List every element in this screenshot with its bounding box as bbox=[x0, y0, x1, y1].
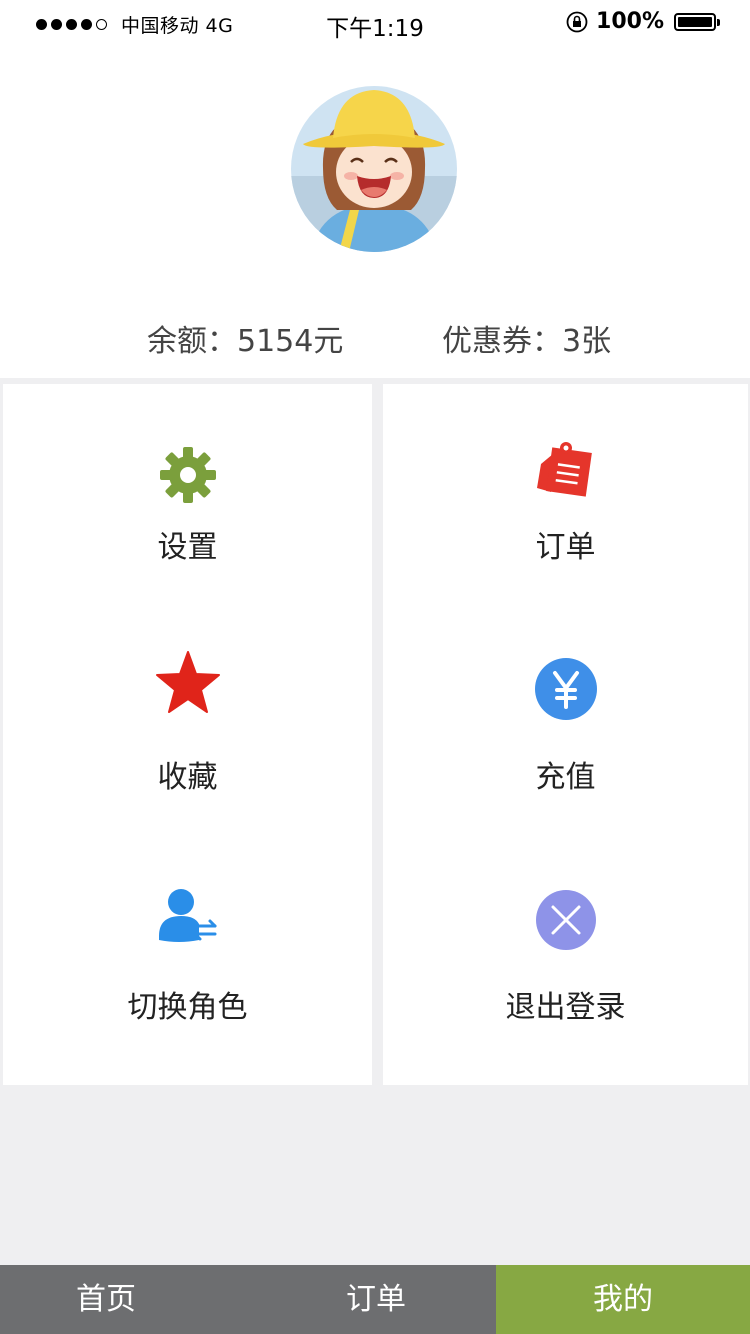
coupon-text[interactable]: 优惠券：3张 bbox=[442, 316, 611, 360]
menu-label-switch-role: 切换角色 bbox=[127, 990, 248, 1025]
menu-item-favorites[interactable]: 收藏 bbox=[3, 644, 372, 864]
avatar[interactable] bbox=[291, 86, 457, 252]
profile-header: 余额：5154元 优惠券：3张 bbox=[0, 46, 750, 378]
battery-percent: 100% bbox=[596, 9, 664, 34]
bottom-tab-bar: 首页 订单 我的 bbox=[0, 1265, 750, 1334]
menu-column-right: 订单 充值 退出登录 bbox=[383, 384, 748, 1085]
star-icon bbox=[155, 651, 220, 713]
status-bar: 中国移动 4G 下午1:19 100% bbox=[0, 0, 750, 46]
yen-icon bbox=[534, 658, 597, 720]
menu-label-recharge: 充值 bbox=[535, 760, 596, 795]
balance-text[interactable]: 余额：5154元 bbox=[147, 316, 343, 360]
battery-icon bbox=[674, 12, 720, 31]
battery-info: 100% bbox=[566, 9, 720, 34]
user-switch-icon bbox=[158, 889, 216, 942]
menu-item-logout[interactable]: 退出登录 bbox=[383, 874, 748, 1094]
close-circle-icon bbox=[535, 890, 596, 950]
menu-item-recharge[interactable]: 充值 bbox=[383, 644, 748, 864]
gear-icon bbox=[159, 447, 216, 503]
menu-item-switch-role[interactable]: 切换角色 bbox=[3, 874, 372, 1094]
menu-label-settings: 设置 bbox=[157, 530, 218, 565]
tab-home[interactable]: 首页 bbox=[0, 1265, 212, 1334]
rotation-lock-icon bbox=[566, 11, 588, 32]
avatar-image bbox=[291, 86, 457, 252]
menu-label-logout: 退出登录 bbox=[505, 990, 626, 1025]
menu-item-orders[interactable]: 订单 bbox=[383, 414, 748, 634]
order-note-icon bbox=[536, 442, 592, 497]
menu-label-favorites: 收藏 bbox=[157, 760, 218, 795]
tab-mine[interactable]: 我的 bbox=[496, 1265, 750, 1334]
menu-column-left: 设置 收藏 切换角色 bbox=[3, 384, 372, 1085]
menu-label-orders: 订单 bbox=[535, 530, 596, 565]
tab-orders[interactable]: 订单 bbox=[270, 1265, 482, 1334]
menu-item-settings[interactable]: 设置 bbox=[3, 414, 372, 634]
